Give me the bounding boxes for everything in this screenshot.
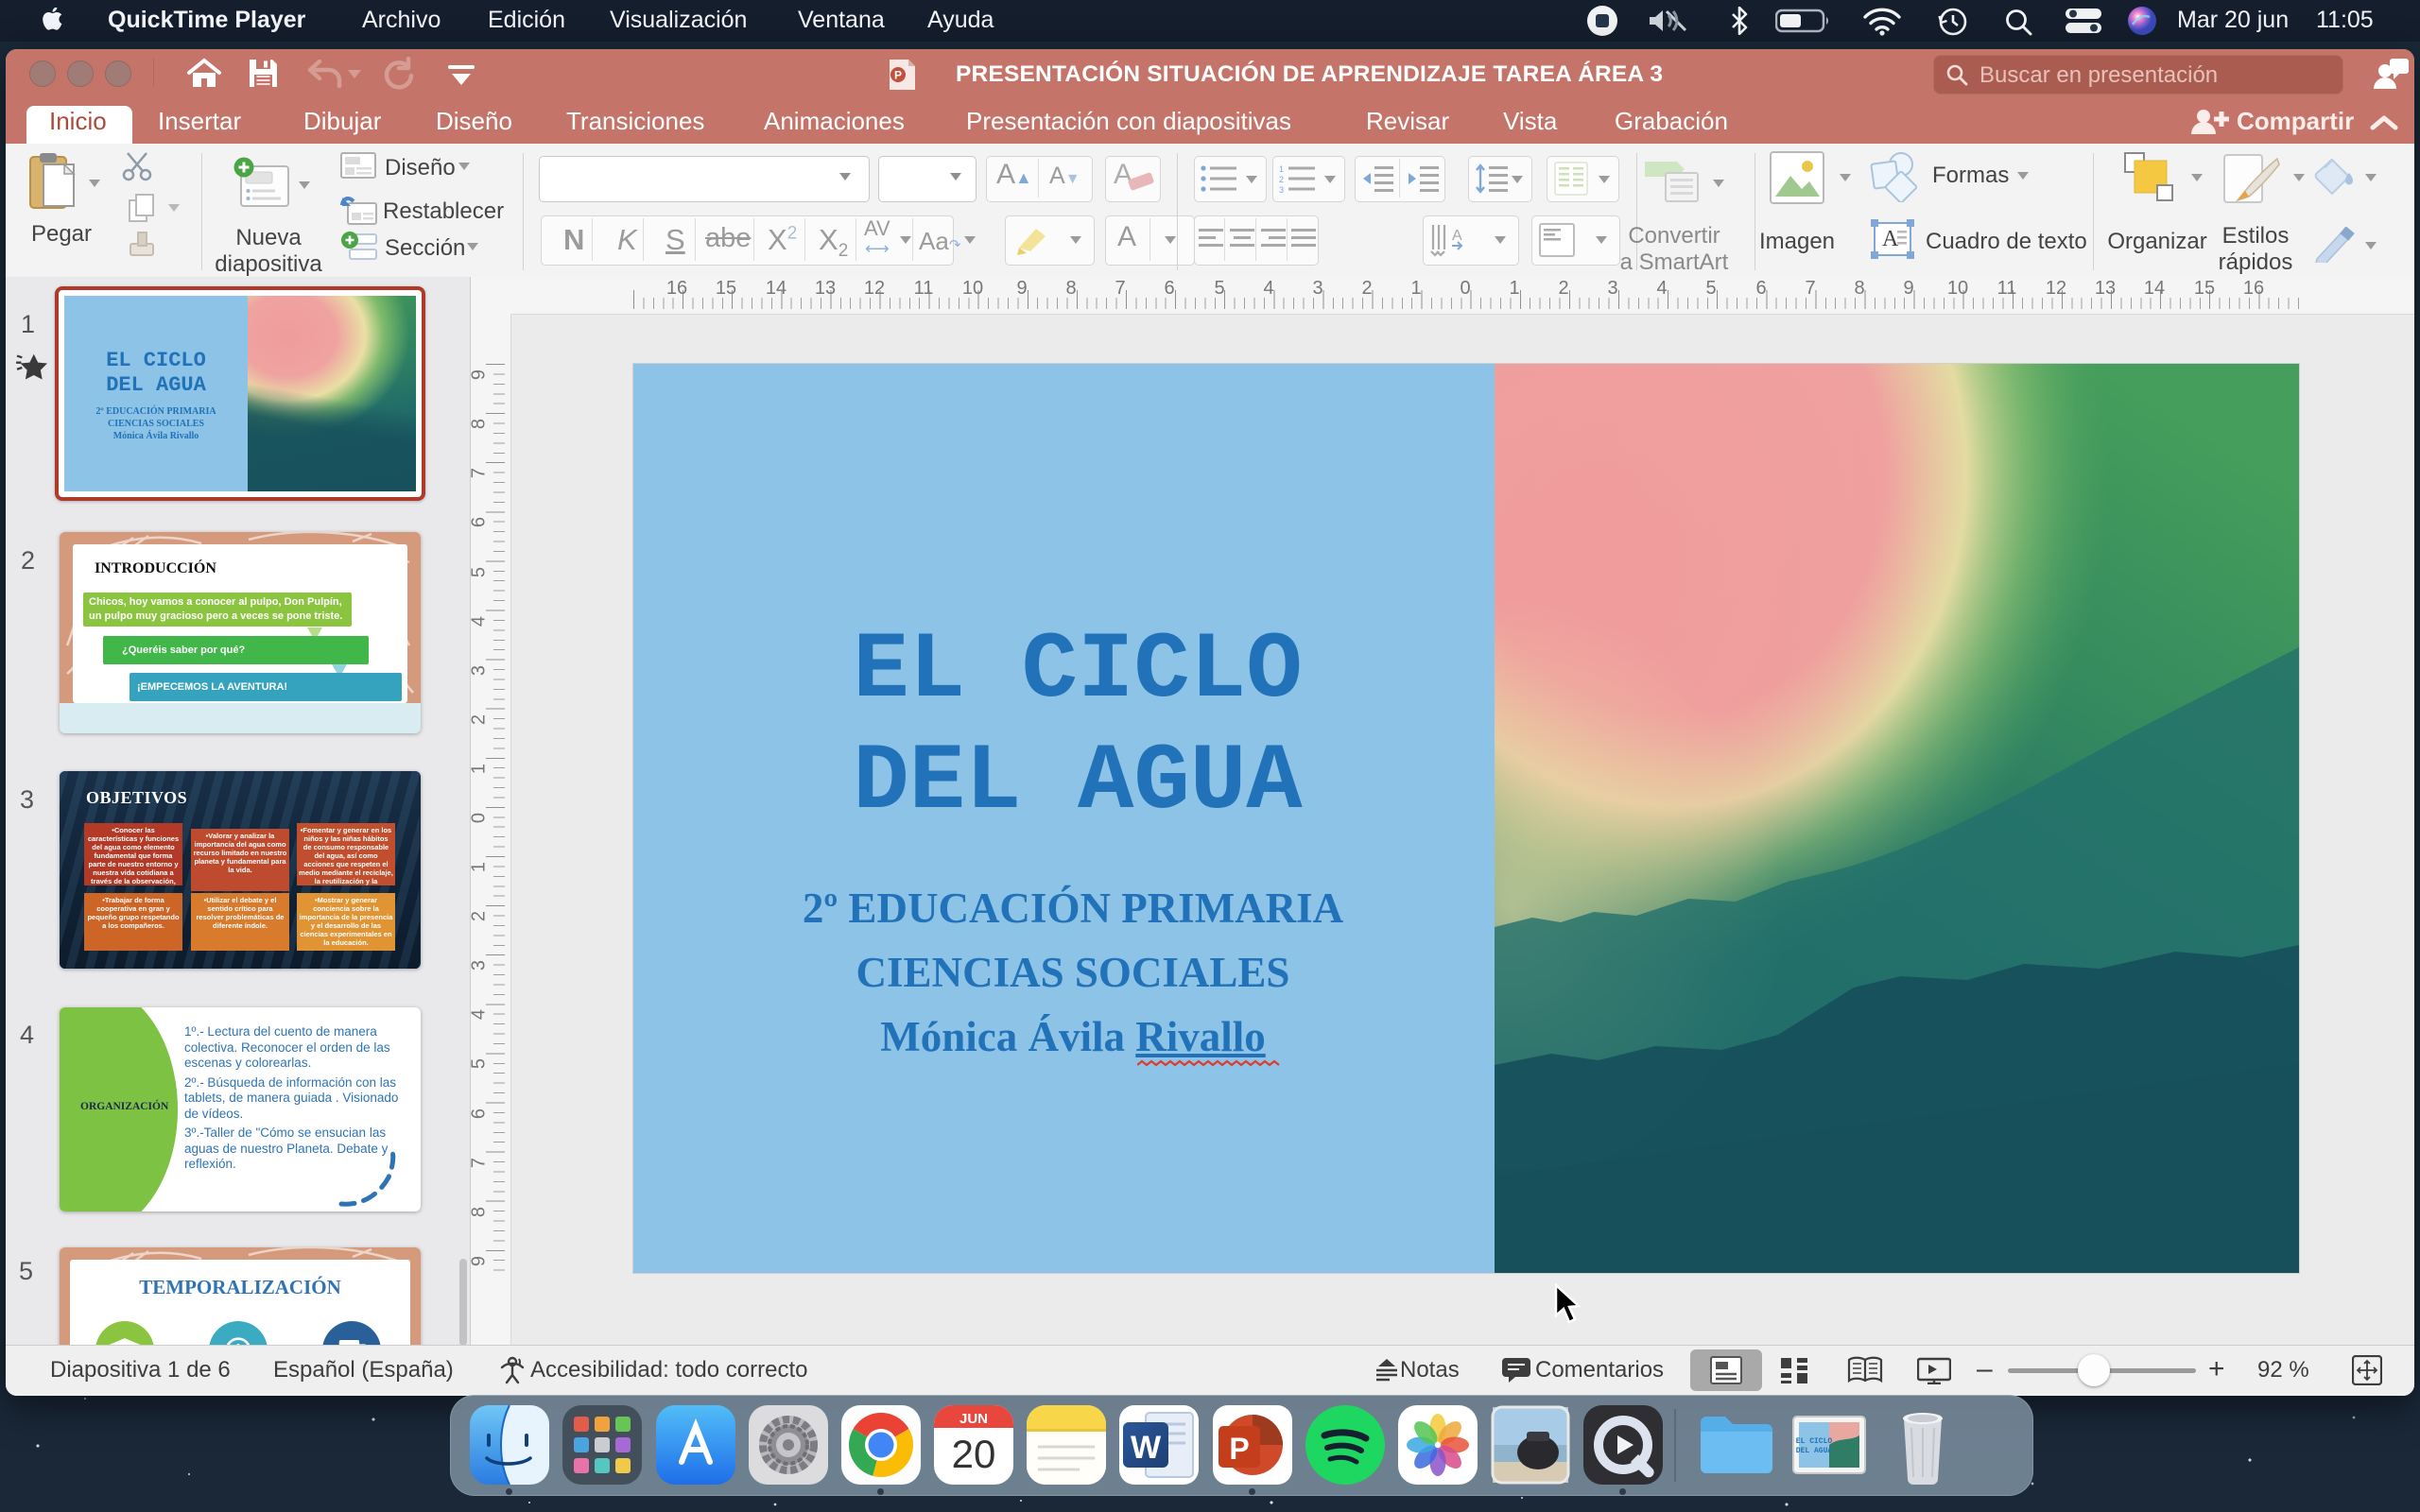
svg-text:1: 1 — [1279, 164, 1284, 174]
svg-text:2: 2 — [1279, 175, 1284, 184]
svg-text:20: 20 — [952, 1432, 996, 1476]
svg-text:JUN: JUN — [959, 1411, 988, 1427]
svg-text:P: P — [894, 69, 902, 82]
svg-text:DEL AGUA: DEL AGUA — [1796, 1447, 1833, 1455]
svg-text:A: A — [1452, 228, 1462, 244]
svg-text:EL CICLO: EL CICLO — [1796, 1437, 1833, 1446]
svg-text:W: W — [1131, 1430, 1162, 1466]
svg-text:P: P — [1229, 1432, 1249, 1466]
svg-text:3: 3 — [1279, 185, 1284, 194]
svg-text:A: A — [1882, 227, 1899, 251]
